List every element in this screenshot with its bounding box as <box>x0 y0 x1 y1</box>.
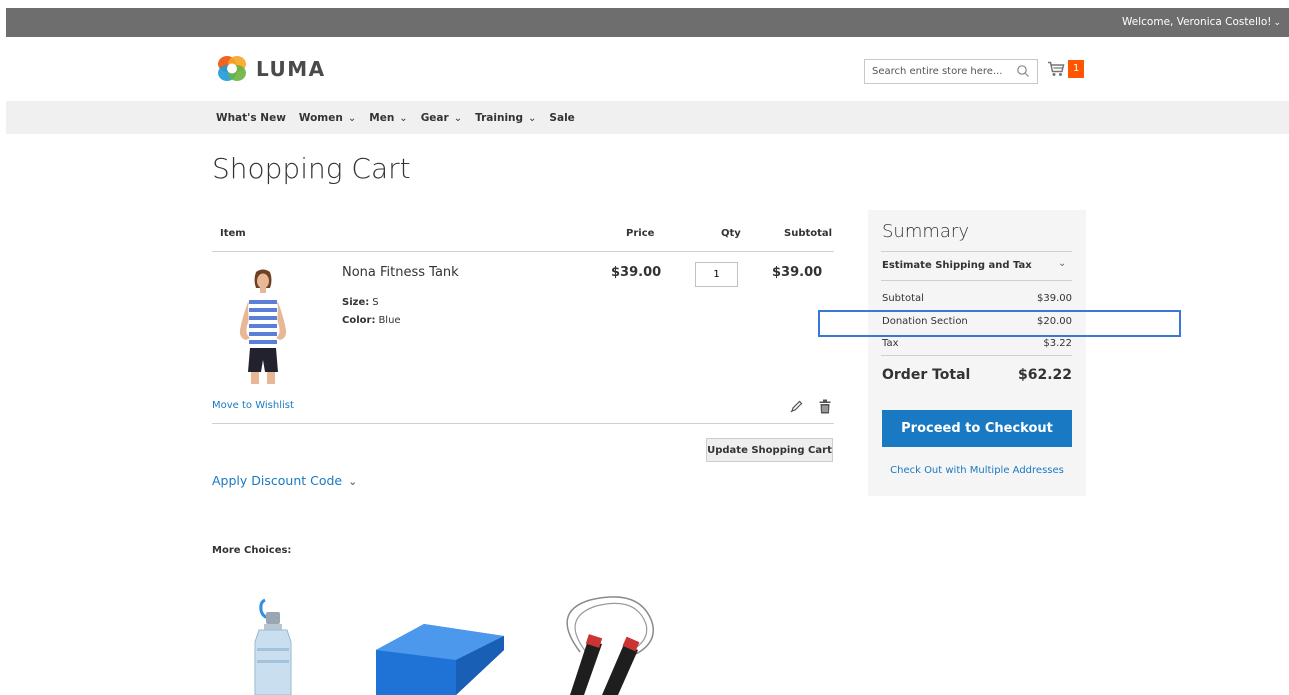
nav-item-whats-new[interactable]: What's New <box>216 112 286 124</box>
row-value: $3.22 <box>1043 338 1072 349</box>
pencil-icon[interactable] <box>790 400 803 413</box>
product-name-link[interactable]: Nona Fitness Tank <box>342 265 459 280</box>
nav-label: Training <box>475 112 524 124</box>
qty-input[interactable] <box>695 262 738 287</box>
order-summary: Summary Estimate Shipping and Tax ⌄ Subt… <box>868 210 1086 496</box>
page-title: Shopping Cart <box>212 152 411 185</box>
row-label: Subtotal <box>882 293 924 304</box>
nav-label: Women <box>298 112 343 124</box>
nav-label: Men <box>369 112 395 124</box>
proceed-to-checkout-button[interactable]: Proceed to Checkout <box>882 410 1072 447</box>
chevron-down-icon: ⌄ <box>1273 18 1281 28</box>
summary-title: Summary <box>882 221 969 242</box>
nav-item-gear[interactable]: Gear ⌄ <box>421 112 462 124</box>
search-input[interactable] <box>865 60 1005 83</box>
welcome-menu[interactable]: Welcome, Veronica Costello! ⌄ <box>1122 16 1281 28</box>
divider <box>881 355 1072 356</box>
nav-label: Sale <box>549 112 575 124</box>
luma-logo-icon <box>218 56 246 81</box>
nav-item-training[interactable]: Training ⌄ <box>475 112 536 124</box>
jump-rope-image[interactable] <box>540 592 662 695</box>
multiple-addresses-link[interactable]: Check Out with Multiple Addresses <box>868 465 1086 476</box>
minicart-button[interactable]: 1 <box>1047 60 1085 78</box>
summary-row-order-total: Order Total $62.22 <box>882 367 1072 383</box>
row-value: $62.22 <box>1017 367 1072 383</box>
yoga-block-image[interactable] <box>372 620 506 695</box>
divider <box>212 423 834 424</box>
chevron-down-icon: ⌄ <box>453 113 463 124</box>
nav-item-women[interactable]: Women ⌄ <box>299 112 356 124</box>
product-image[interactable] <box>228 268 298 384</box>
update-shopping-cart-button[interactable]: Update Shopping Cart <box>706 438 833 462</box>
row-label: Order Total <box>882 367 971 383</box>
search-icon[interactable] <box>1016 64 1030 78</box>
nav-item-sale[interactable]: Sale <box>549 112 574 124</box>
divider <box>212 251 834 252</box>
chevron-down-icon: ⌄ <box>348 475 358 488</box>
column-header-price: Price <box>626 228 655 239</box>
product-option-size: Size: S <box>342 297 379 308</box>
chevron-down-icon: ⌄ <box>528 113 537 124</box>
top-bar: Welcome, Veronica Costello! ⌄ <box>6 8 1289 37</box>
nav-label: Gear <box>420 112 449 124</box>
main-nav: What's New Women ⌄ Men ⌄ Gear ⌄ Training ⌄ S… <box>6 101 1289 134</box>
cart-count-badge: 1 <box>1068 60 1085 78</box>
more-choices-heading: More Choices: <box>212 545 292 556</box>
item-price: $39.00 <box>611 265 662 280</box>
logo-text: LUMA <box>256 56 326 81</box>
option-label: Color: <box>342 315 376 326</box>
option-value: Blue <box>378 315 401 326</box>
chevron-down-icon: ⌄ <box>347 113 357 124</box>
column-header-qty: Qty <box>721 228 741 239</box>
discount-label: Apply Discount Code <box>212 473 343 488</box>
item-subtotal: $39.00 <box>772 265 823 280</box>
divider <box>881 251 1072 252</box>
product-option-color: Color: Blue <box>342 315 401 326</box>
welcome-text: Welcome, Veronica Costello! <box>1122 16 1272 28</box>
nav-item-men[interactable]: Men ⌄ <box>369 112 407 124</box>
chevron-down-icon: ⌄ <box>399 113 408 124</box>
move-to-wishlist-link[interactable]: Move to Wishlist <box>212 400 294 411</box>
highlight-box <box>818 310 1181 337</box>
chevron-down-icon[interactable]: ⌄ <box>1058 258 1066 269</box>
row-label: Tax <box>882 338 899 349</box>
estimate-shipping-toggle[interactable]: Estimate Shipping and Tax <box>882 260 1032 271</box>
cart-icon <box>1048 61 1065 76</box>
water-bottle-image[interactable] <box>253 598 298 695</box>
divider <box>881 280 1072 281</box>
option-label: Size: <box>342 297 370 308</box>
summary-row-subtotal: Subtotal $39.00 <box>882 293 1072 304</box>
summary-row-tax: Tax $3.22 <box>882 338 1072 349</box>
column-header-item: Item <box>220 228 246 239</box>
option-value: S <box>372 297 379 308</box>
nav-label: What's New <box>216 112 286 124</box>
search-box <box>864 59 1038 84</box>
apply-discount-toggle[interactable]: Apply Discount Code ⌄ <box>212 473 357 488</box>
column-header-subtotal: Subtotal <box>784 228 833 239</box>
trash-icon[interactable] <box>819 399 831 414</box>
row-value: $39.00 <box>1037 293 1072 304</box>
luma-logo[interactable]: LUMA <box>216 55 326 82</box>
